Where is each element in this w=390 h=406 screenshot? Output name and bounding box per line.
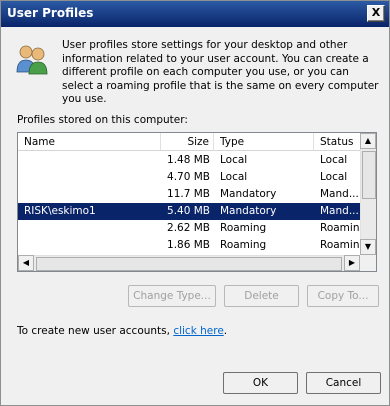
table-row[interactable]: 1.48 MB Local Local: [18, 152, 360, 169]
cell-type: Mandatory: [220, 188, 277, 200]
cell-size: 1.48 MB: [167, 154, 210, 166]
user-profiles-dialog: User Profiles X User profiles store sett…: [0, 0, 390, 406]
change-type-button[interactable]: Change Type...: [128, 285, 216, 307]
horizontal-scroll-thumb[interactable]: [36, 257, 342, 271]
description-text: User profiles store settings for your de…: [62, 39, 379, 105]
cell-status: Mand...: [320, 205, 359, 217]
close-button[interactable]: X: [367, 5, 385, 22]
profiles-list[interactable]: Name Size Type Status 1.48 MB Local Loca…: [17, 132, 377, 272]
title-bar: User Profiles X: [1, 1, 389, 27]
cell-type: Local: [220, 154, 248, 166]
scroll-up-icon[interactable]: ▲: [360, 133, 376, 149]
table-row[interactable]: 4.70 MB Local Local: [18, 169, 360, 186]
cell-type: Mandatory: [220, 205, 277, 217]
cell-type: Local: [220, 171, 248, 183]
column-header-type[interactable]: Type: [214, 133, 314, 151]
cell-status: Roaming: [320, 239, 360, 251]
cell-type: Roaming: [220, 239, 267, 251]
table-row-selected[interactable]: RISK\eskimo1 5.40 MB Mandatory Mand...: [18, 203, 360, 220]
copy-to-button[interactable]: Copy To...: [307, 285, 379, 307]
cell-size: 4.70 MB: [167, 171, 210, 183]
vertical-scroll-thumb[interactable]: [362, 151, 376, 199]
cell-status: Roaming: [320, 222, 360, 234]
table-row[interactable]: 11.7 MB Mandatory Mand...: [18, 186, 360, 203]
create-accounts-label: To create new user accounts,: [17, 325, 174, 337]
click-here-link[interactable]: click here: [173, 325, 223, 337]
cell-status: Local: [320, 171, 348, 183]
table-row[interactable]: 1.86 MB Roaming Roaming: [18, 237, 360, 254]
cancel-button[interactable]: Cancel: [306, 372, 381, 394]
delete-button[interactable]: Delete: [224, 285, 299, 307]
create-accounts-suffix: .: [223, 325, 228, 337]
scroll-left-icon[interactable]: ◀: [18, 255, 34, 271]
scroll-down-icon[interactable]: ▼: [360, 239, 376, 255]
cell-type: Roaming: [220, 222, 267, 234]
scroll-right-icon[interactable]: ▶: [344, 255, 360, 271]
table-row[interactable]: 2.62 MB Roaming Roaming: [18, 220, 360, 237]
cell-name: RISK\eskimo1: [24, 205, 96, 217]
create-accounts-text: To create new user accounts, click here.: [17, 325, 227, 337]
cell-size: 5.40 MB: [167, 205, 210, 217]
column-header-status[interactable]: Status: [314, 133, 360, 151]
column-header-size[interactable]: Size: [161, 133, 214, 151]
cell-size: 2.62 MB: [167, 222, 210, 234]
column-header-name[interactable]: Name: [18, 133, 161, 151]
users-icon: [16, 45, 48, 75]
cell-size: 1.86 MB: [167, 239, 210, 251]
list-header: Name Size Type Status: [18, 133, 360, 151]
profiles-label: Profiles stored on this computer:: [17, 114, 188, 126]
cell-size: 11.7 MB: [167, 188, 210, 200]
vertical-scrollbar[interactable]: ▲ ▼: [360, 133, 376, 255]
horizontal-scrollbar[interactable]: ◀ ▶: [18, 255, 360, 271]
ok-button[interactable]: OK: [223, 372, 298, 394]
cell-status: Local: [320, 154, 348, 166]
cell-status: Mand...: [320, 188, 359, 200]
scrollbar-corner: [360, 255, 376, 271]
window-title: User Profiles: [7, 6, 94, 20]
